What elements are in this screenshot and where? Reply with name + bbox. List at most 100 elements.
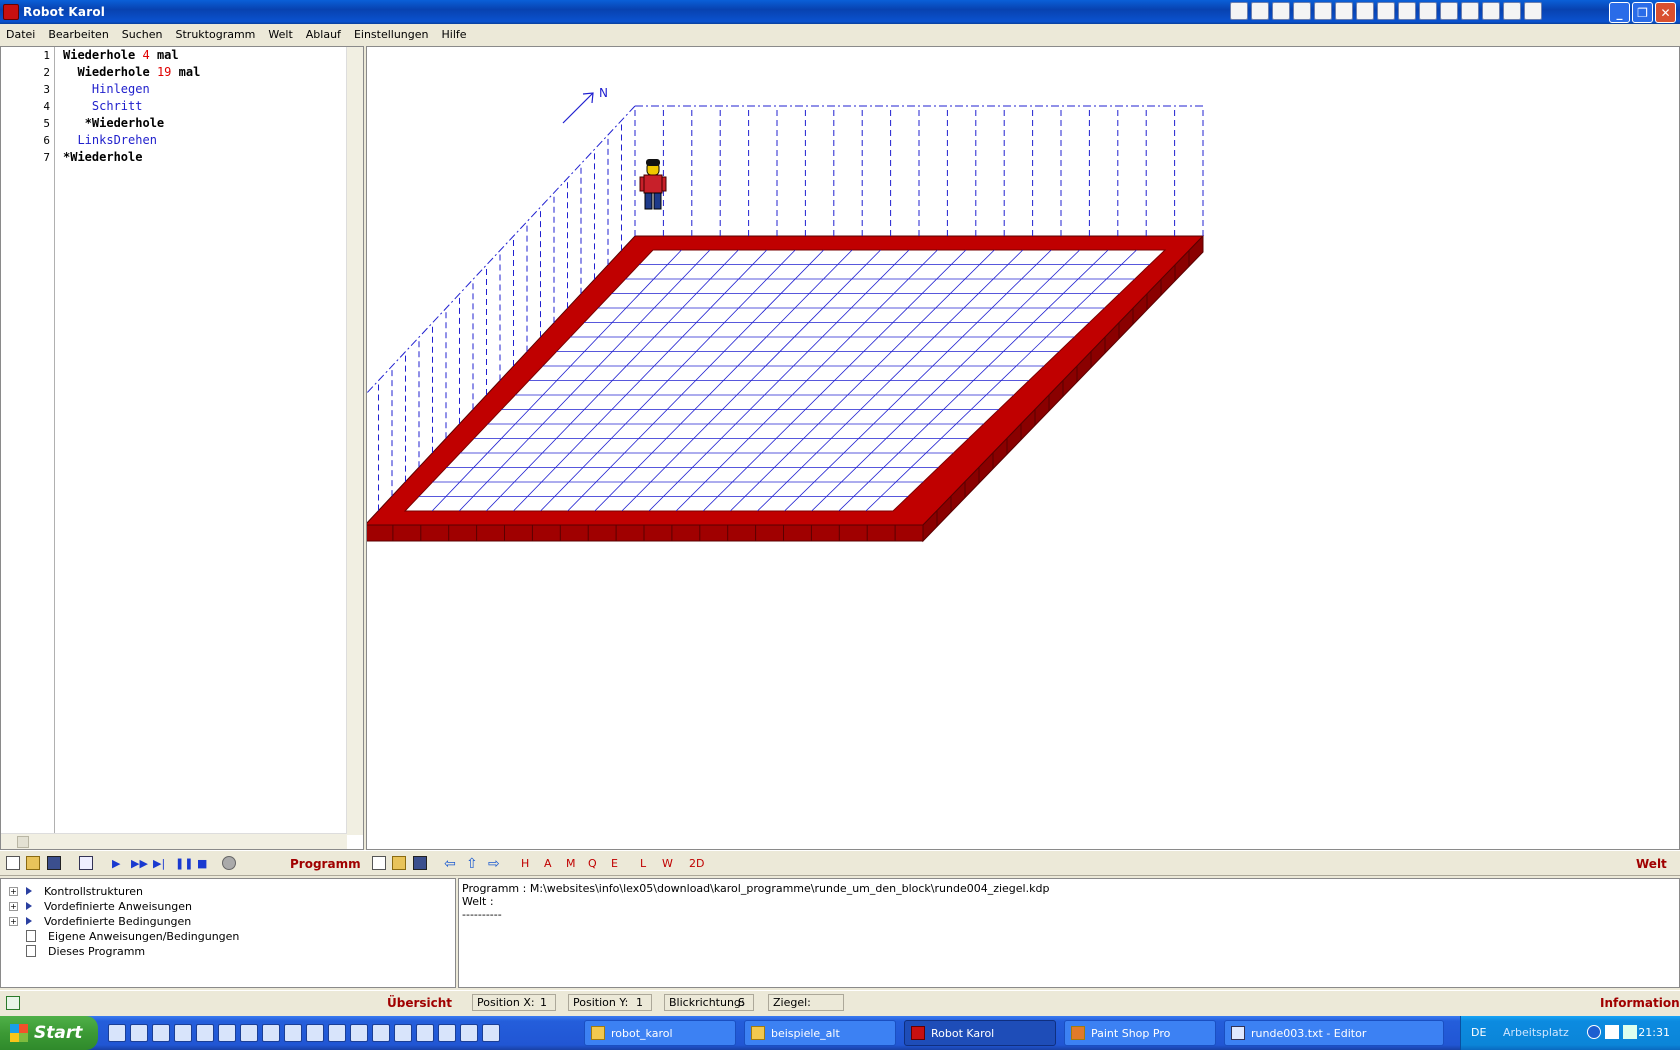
task-robot-karol-folder[interactable]: robot_karol bbox=[584, 1020, 736, 1046]
quicklaunch-icon[interactable] bbox=[416, 1024, 434, 1042]
world-button-l[interactable]: L bbox=[640, 857, 646, 870]
quicklaunch-icon[interactable] bbox=[174, 1024, 192, 1042]
menu-item-datei[interactable]: Datei bbox=[6, 28, 35, 41]
task-paint-shop-pro[interactable]: Paint Shop Pro bbox=[1064, 1020, 1216, 1046]
run-icon[interactable]: ▶ bbox=[112, 856, 120, 872]
world-button-q[interactable]: Q bbox=[588, 857, 597, 870]
quicklaunch-icon[interactable] bbox=[438, 1024, 456, 1042]
quicklaunch-icon[interactable] bbox=[152, 1024, 170, 1042]
check-syntax-icon[interactable] bbox=[79, 856, 93, 870]
quicklaunch-icon[interactable] bbox=[306, 1024, 324, 1042]
menu-item-bearbeiten[interactable]: Bearbeiten bbox=[48, 28, 108, 41]
new-file-icon[interactable] bbox=[6, 856, 20, 870]
world-view[interactable]: N bbox=[366, 46, 1680, 850]
shortcut-icon[interactable] bbox=[1503, 2, 1521, 20]
fast-run-icon[interactable]: ▶▶ bbox=[131, 856, 148, 872]
quicklaunch-icon[interactable] bbox=[108, 1024, 126, 1042]
turn-left-icon[interactable]: ⇦ bbox=[444, 856, 456, 872]
tree-item[interactable]: Eigene Anweisungen/Bedingungen bbox=[9, 928, 239, 944]
quicklaunch-icon[interactable] bbox=[394, 1024, 412, 1042]
new-world-icon[interactable] bbox=[372, 856, 386, 870]
shortcut-icon[interactable] bbox=[1524, 2, 1542, 20]
shortcut-icon[interactable] bbox=[1377, 2, 1395, 20]
code-line[interactable]: *Wiederhole bbox=[63, 149, 200, 166]
code-line[interactable]: Hinlegen bbox=[63, 81, 200, 98]
step-icon[interactable]: ▶| bbox=[153, 856, 165, 872]
stop-icon[interactable]: ■ bbox=[197, 856, 207, 872]
shortcut-icon[interactable] bbox=[1461, 2, 1479, 20]
quicklaunch-icon[interactable] bbox=[218, 1024, 236, 1042]
world-button-w[interactable]: W bbox=[662, 857, 673, 870]
menu-item-welt[interactable]: Welt bbox=[268, 28, 292, 41]
pause-icon[interactable]: ❚❚ bbox=[175, 856, 193, 872]
code-line[interactable]: *Wiederhole bbox=[63, 115, 200, 132]
quicklaunch-icon[interactable] bbox=[482, 1024, 500, 1042]
network-icon[interactable] bbox=[1605, 1025, 1619, 1039]
tree-item[interactable]: + Vordefinierte Bedingungen bbox=[9, 913, 191, 929]
quicklaunch-icon[interactable] bbox=[130, 1024, 148, 1042]
language-indicator[interactable]: DE bbox=[1471, 1026, 1486, 1039]
record-icon[interactable] bbox=[222, 856, 236, 870]
shortcut-icon[interactable] bbox=[1335, 2, 1353, 20]
task-editor[interactable]: runde003.txt - Editor bbox=[1224, 1020, 1444, 1046]
minimize-icon[interactable]: _ bbox=[1609, 2, 1630, 23]
vertical-scrollbar[interactable] bbox=[346, 47, 363, 835]
menu-item-suchen[interactable]: Suchen bbox=[122, 28, 163, 41]
horizontal-scrollbar[interactable] bbox=[1, 833, 347, 849]
open-world-icon[interactable] bbox=[392, 856, 406, 870]
task-robot-karol[interactable]: Robot Karol bbox=[904, 1020, 1056, 1046]
quicklaunch-icon[interactable] bbox=[350, 1024, 368, 1042]
refresh-icon[interactable] bbox=[6, 996, 20, 1010]
quicklaunch-icon[interactable] bbox=[460, 1024, 478, 1042]
code-lines[interactable]: Wiederhole 4 mal Wiederhole 19 mal Hinle… bbox=[63, 47, 200, 166]
quicklaunch-icon[interactable] bbox=[372, 1024, 390, 1042]
save-world-icon[interactable] bbox=[413, 856, 427, 870]
code-line[interactable]: Wiederhole 19 mal bbox=[63, 64, 200, 81]
code-line[interactable]: Schritt bbox=[63, 98, 200, 115]
menu-item-struktogramm[interactable]: Struktogramm bbox=[176, 28, 256, 41]
expand-icon[interactable]: + bbox=[9, 916, 18, 926]
world-button-e[interactable]: E bbox=[611, 857, 618, 870]
tree-item[interactable]: + Vordefinierte Anweisungen bbox=[9, 898, 192, 914]
shortcut-icon[interactable] bbox=[1419, 2, 1437, 20]
shortcut-icon[interactable] bbox=[1356, 2, 1374, 20]
restore-icon[interactable]: ❐ bbox=[1632, 2, 1653, 23]
code-editor[interactable]: 1 2 3 4 5 6 7 Wiederhole 4 mal Wiederhole 19 m… bbox=[0, 46, 364, 850]
start-button[interactable]: Start bbox=[0, 1016, 98, 1050]
expand-icon[interactable]: + bbox=[9, 901, 18, 911]
task-beispiele-alt[interactable]: beispiele_alt bbox=[744, 1020, 896, 1046]
world-button-2d[interactable]: 2D bbox=[689, 857, 704, 870]
code-line[interactable]: LinksDrehen bbox=[63, 132, 200, 149]
menu-item-hilfe[interactable]: Hilfe bbox=[442, 28, 467, 41]
open-folder-icon[interactable] bbox=[26, 856, 40, 870]
tree-item[interactable]: Dieses Programm bbox=[9, 943, 145, 959]
tree-item[interactable]: + Kontrollstrukturen bbox=[9, 883, 143, 899]
shortcut-icon[interactable] bbox=[1482, 2, 1500, 20]
shortcut-icon[interactable] bbox=[1314, 2, 1332, 20]
quicklaunch-icon[interactable] bbox=[328, 1024, 346, 1042]
world-button-a[interactable]: A bbox=[544, 857, 552, 870]
expand-icon[interactable]: + bbox=[9, 886, 18, 896]
workplace-toolbar[interactable]: Arbeitsplatz bbox=[1503, 1026, 1569, 1039]
close-icon[interactable]: ✕ bbox=[1655, 2, 1676, 23]
world-button-m[interactable]: M bbox=[566, 857, 576, 870]
quicklaunch-icon[interactable] bbox=[262, 1024, 280, 1042]
step-forward-icon[interactable]: ⇧ bbox=[466, 856, 478, 872]
shortcut-icon[interactable] bbox=[1272, 2, 1290, 20]
volume-icon[interactable] bbox=[1623, 1025, 1637, 1039]
shortcut-icon[interactable] bbox=[1398, 2, 1416, 20]
quicklaunch-icon[interactable] bbox=[284, 1024, 302, 1042]
shortcut-icon[interactable] bbox=[1293, 2, 1311, 20]
world-button-h[interactable]: H bbox=[521, 857, 529, 870]
menu-item-ablauf[interactable]: Ablauf bbox=[306, 28, 341, 41]
code-line[interactable]: Wiederhole 4 mal bbox=[63, 47, 200, 64]
menu-item-einstellungen[interactable]: Einstellungen bbox=[354, 28, 429, 41]
shortcut-icon[interactable] bbox=[1251, 2, 1269, 20]
scroll-thumb[interactable] bbox=[17, 836, 29, 848]
quicklaunch-icon[interactable] bbox=[240, 1024, 258, 1042]
shortcut-icon[interactable] bbox=[1440, 2, 1458, 20]
tray-back-icon[interactable] bbox=[1587, 1025, 1601, 1039]
quicklaunch-icon[interactable] bbox=[196, 1024, 214, 1042]
shortcut-icon[interactable] bbox=[1230, 2, 1248, 20]
save-icon[interactable] bbox=[47, 856, 61, 870]
